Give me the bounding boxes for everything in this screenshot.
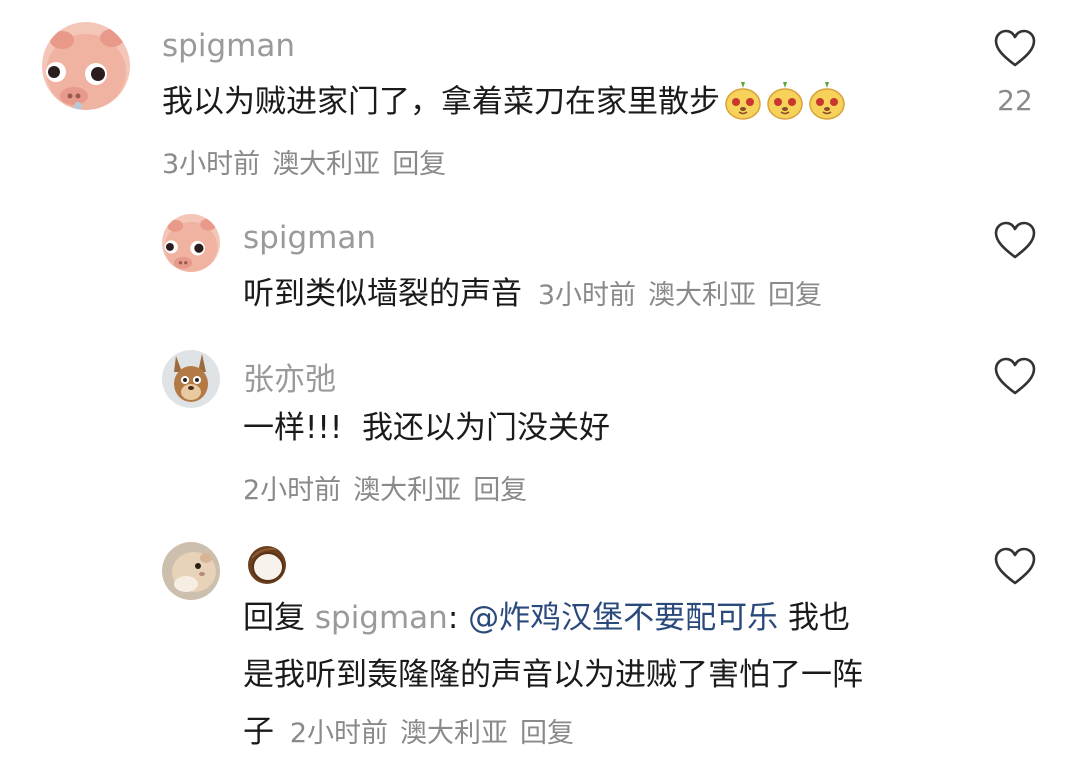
comment-meta: 2小时前 澳大利亚 回复	[243, 468, 539, 507]
like-count: 22	[997, 84, 1033, 117]
comment-text: 我以为贼进家门了，拿着菜刀在家里散步	[162, 74, 962, 131]
avatar[interactable]	[162, 350, 220, 408]
comment-text-line: 子 2小时前 澳大利亚 回复	[243, 704, 963, 762]
dog-emoji-icon	[725, 82, 761, 120]
avatar[interactable]	[162, 214, 220, 272]
hamster-avatar-icon	[162, 542, 220, 600]
comment-time: 3小时前	[162, 149, 261, 180]
reply-to-username[interactable]: spigman	[315, 600, 448, 636]
like-heart-icon[interactable]	[993, 220, 1037, 260]
comment-location: 澳大利亚	[648, 280, 757, 311]
comment-time: 2小时前	[289, 718, 389, 749]
reply-prefix: 回复	[243, 600, 305, 636]
kangaroo-avatar-icon	[162, 350, 220, 408]
reply-button[interactable]: 回复	[392, 149, 446, 180]
comment-item: 张亦弛 一样!!! 我还以为门没关好 2小时前 澳大利亚 回复	[0, 336, 1080, 526]
mention-link[interactable]: @炸鸡汉堡不要配可乐	[468, 600, 778, 636]
like-heart-icon[interactable]	[993, 356, 1037, 396]
comment-item: spigman 听到类似墙裂的声音 3小时前 澳大利亚 回复	[0, 200, 1080, 320]
username[interactable]: 张亦弛	[243, 354, 336, 399]
comment-item: 回复 spigman: @炸鸡汉堡不要配可乐 我也 是我听到轰隆隆的声音以为进贼…	[0, 526, 1080, 757]
reply-button[interactable]: 回复	[473, 475, 527, 506]
comment-meta: 3小时前 澳大利亚 回复	[538, 280, 834, 311]
pig-avatar-icon	[42, 22, 130, 110]
comment-text-body: 听到类似墙裂的声音	[243, 276, 522, 312]
like-heart-icon[interactable]	[993, 546, 1037, 586]
comment-text: 回复 spigman: @炸鸡汉堡不要配可乐 我也 是我听到轰隆隆的声音以为进贼…	[243, 590, 963, 762]
comment-text: 一样!!! 我还以为门没关好	[243, 410, 610, 446]
comment-time: 2小时前	[243, 475, 342, 506]
reply-button[interactable]: 回复	[768, 280, 822, 311]
comment-meta: 2小时前 澳大利亚 回复	[290, 718, 586, 749]
comment-text-line: 是我听到轰隆隆的声音以为进贼了害怕了一阵	[243, 657, 863, 693]
comment-location: 澳大利亚	[272, 149, 381, 180]
comment-item: spigman 我以为贼进家门了，拿着菜刀在家里散步 3小时前 澳大利亚 回复 22	[0, 0, 1080, 190]
comment-text: 听到类似墙裂的声音 3小时前 澳大利亚 回复	[243, 266, 963, 324]
like-heart-icon[interactable]	[993, 28, 1037, 68]
username[interactable]: spigman	[162, 28, 295, 64]
reply-colon: :	[447, 600, 459, 636]
avatar[interactable]	[42, 22, 130, 110]
comment-text-line: 回复 spigman: @炸鸡汉堡不要配可乐 我也	[243, 590, 963, 647]
comment-text-part: 我也	[788, 600, 850, 636]
comment-text-body: 我以为贼进家门了，拿着菜刀在家里散步	[162, 84, 720, 120]
comment-location: 澳大利亚	[400, 718, 509, 749]
avatar[interactable]	[162, 542, 220, 600]
comment-location: 澳大利亚	[353, 475, 462, 506]
comment-time: 3小时前	[537, 280, 637, 311]
coconut-icon	[248, 546, 286, 584]
reply-button[interactable]: 回复	[520, 718, 574, 749]
comment-text-part: 子	[243, 714, 274, 750]
dog-emoji-icon	[809, 82, 845, 120]
comment-meta: 3小时前 澳大利亚 回复	[162, 142, 458, 181]
username[interactable]: spigman	[243, 220, 376, 256]
pig-avatar-icon	[162, 214, 220, 272]
dog-emoji-icon	[767, 82, 803, 120]
